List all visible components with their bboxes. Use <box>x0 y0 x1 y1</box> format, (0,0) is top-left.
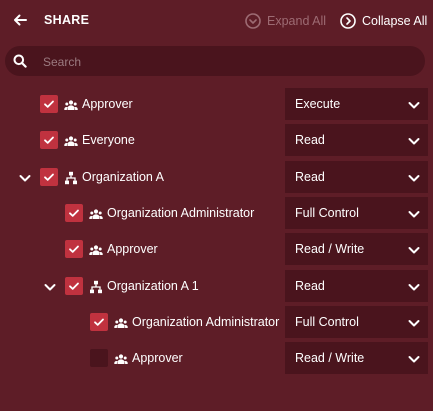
group-icon <box>64 98 78 112</box>
collapse-all-button[interactable]: Collapse All <box>340 11 427 31</box>
chevron-down-icon <box>407 352 421 371</box>
search-icon <box>13 54 27 73</box>
permission-select[interactable]: Full Control <box>285 197 428 229</box>
expand-all-button[interactable]: Expand All <box>245 11 326 31</box>
permission-value: Full Control <box>295 206 359 220</box>
row-checkbox[interactable] <box>40 131 58 149</box>
row-label: Organization A 1 <box>107 279 199 293</box>
row-label: Organization Administrator <box>132 315 280 329</box>
collapse-all-label: Collapse All <box>362 14 428 28</box>
back-arrow-icon[interactable] <box>10 10 30 30</box>
row-checkbox[interactable] <box>65 277 83 295</box>
tree-row-everyone: Everyone Read <box>0 123 433 159</box>
permission-value: Read <box>295 170 325 184</box>
permission-value: Read <box>295 279 325 293</box>
permission-select[interactable]: Read <box>285 124 428 156</box>
chevron-down-icon <box>407 134 421 153</box>
expand-circle-icon <box>245 13 261 29</box>
permission-select[interactable]: Read <box>285 161 428 193</box>
group-icon <box>89 243 103 257</box>
group-icon <box>89 207 103 221</box>
permission-select[interactable]: Full Control <box>285 306 428 338</box>
chevron-down-icon <box>407 280 421 299</box>
row-checkbox[interactable] <box>90 313 108 331</box>
permission-select[interactable]: Read / Write <box>285 233 428 265</box>
chevron-down-icon <box>407 98 421 117</box>
row-checkbox[interactable] <box>65 204 83 222</box>
header: SHARE Expand All Collapse All <box>0 0 433 42</box>
chevron-down-icon <box>407 243 421 262</box>
collapse-circle-icon <box>340 13 356 29</box>
permission-select[interactable]: Read / Write <box>285 342 428 374</box>
row-label: Everyone <box>82 133 135 147</box>
row-checkbox[interactable] <box>40 95 58 113</box>
permission-select[interactable]: Execute <box>285 88 428 120</box>
group-icon <box>64 134 78 148</box>
expand-chevron-icon[interactable] <box>18 171 32 185</box>
tree-row-organization-a: Organization A Read <box>0 160 433 196</box>
row-label: Approver <box>107 242 158 256</box>
row-checkbox[interactable] <box>65 240 83 258</box>
chevron-down-icon <box>407 207 421 226</box>
tree-row-approver: Approver Read / Write <box>0 341 433 377</box>
chevron-down-icon <box>407 316 421 335</box>
group-icon <box>114 352 128 366</box>
tree-row-approver: Approver Execute <box>0 87 433 123</box>
search-bar <box>5 46 425 76</box>
org-hierarchy-icon <box>89 280 103 294</box>
expand-all-label: Expand All <box>267 14 327 28</box>
permission-value: Read / Write <box>295 351 365 365</box>
row-label: Approver <box>132 351 183 365</box>
row-label: Organization Administrator <box>107 206 255 220</box>
row-label: Approver <box>82 97 133 111</box>
row-checkbox[interactable] <box>40 168 58 186</box>
page-title: SHARE <box>44 13 90 27</box>
tree-row-organization-administrator: Organization Administrator Full Control <box>0 305 433 341</box>
tree-row-organization-a-1: Organization A 1 Read <box>0 269 433 305</box>
tree-row-organization-administrator: Organization Administrator Full Control <box>0 196 433 232</box>
row-checkbox[interactable] <box>90 349 108 367</box>
permission-value: Read / Write <box>295 242 365 256</box>
permission-value: Execute <box>295 97 341 111</box>
chevron-down-icon <box>407 171 421 190</box>
search-input[interactable] <box>41 51 405 73</box>
permission-select[interactable]: Read <box>285 270 428 302</box>
permission-value: Read <box>295 133 325 147</box>
row-label: Organization A <box>82 170 164 184</box>
org-hierarchy-icon <box>64 171 78 185</box>
expand-chevron-icon[interactable] <box>43 280 57 294</box>
group-icon <box>114 316 128 330</box>
tree-row-approver: Approver Read / Write <box>0 232 433 268</box>
permission-value: Full Control <box>295 315 359 329</box>
